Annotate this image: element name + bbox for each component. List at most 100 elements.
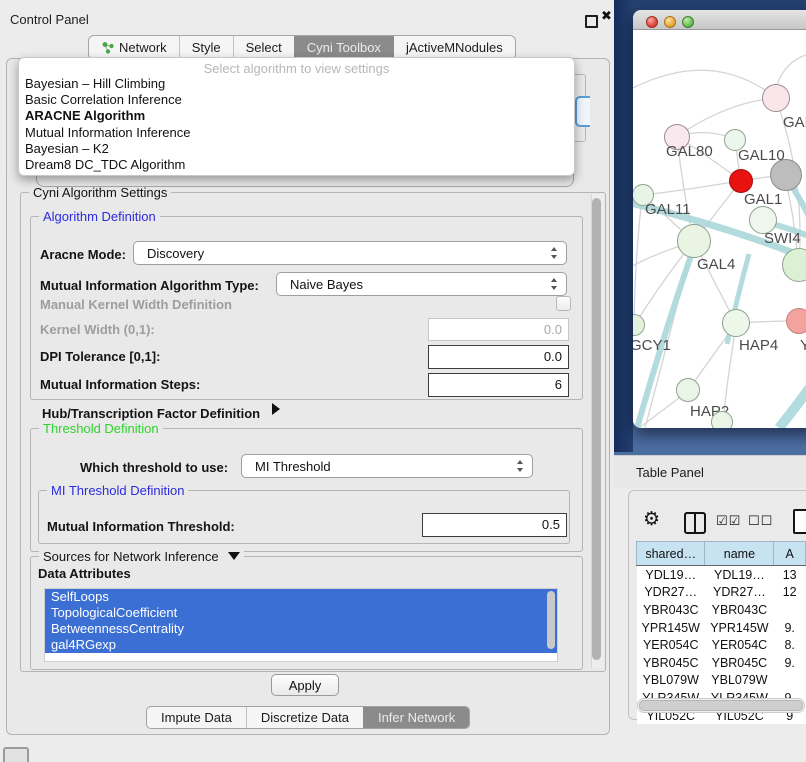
hub-definition-label[interactable]: Hub/Transcription Factor Definition (42, 406, 260, 421)
network-node[interactable] (762, 84, 790, 112)
node-label: Y (800, 337, 806, 354)
table-row[interactable]: YBL079WYBL079W (637, 672, 806, 690)
expand-right-icon[interactable] (272, 403, 280, 415)
list-item[interactable]: BetweennessCentrality (45, 621, 557, 637)
network-node[interactable] (677, 224, 711, 258)
table-cell (774, 601, 806, 619)
minimized-panel-icon[interactable] (3, 747, 29, 762)
table-panel-title: Table Panel (636, 465, 704, 480)
desktop-edge-shadow (614, 0, 633, 452)
close-traffic-light[interactable] (646, 16, 658, 28)
control-panel-title: Control Panel (10, 12, 89, 27)
tab-select[interactable]: Select (233, 36, 294, 59)
menu-item[interactable]: Bayesian – K2 (19, 141, 574, 157)
table-cell: YBL079W (637, 672, 705, 690)
new-table-icon[interactable] (793, 509, 806, 534)
node-label: HAP4 (739, 337, 778, 354)
mi-type-value: Naive Bayes (290, 277, 363, 292)
node-label: GAL11 (645, 201, 691, 218)
table-cell: YPR145W (637, 619, 705, 637)
mi-type-select[interactable]: Naive Bayes (276, 272, 567, 296)
table-cell: 9. (774, 654, 806, 672)
close-icon[interactable]: ✖ (601, 8, 612, 24)
focused-combo-edge[interactable] (575, 96, 590, 127)
node-attribute-table[interactable]: shared…nameA YDL19…YDL19…13YDR27…YDR27…1… (636, 541, 806, 724)
menu-item[interactable]: Dream8 DC_TDC Algorithm (19, 157, 574, 173)
network-node[interactable] (729, 169, 753, 193)
network-node[interactable] (786, 308, 806, 334)
tab-discretize-data[interactable]: Discretize Data (246, 707, 363, 728)
menu-item[interactable]: Bayesian – Hill Climbing (19, 76, 574, 92)
sources-title: Sources for Network Inference (43, 549, 219, 564)
zoom-traffic-light[interactable] (682, 16, 694, 28)
table-hscrollbar-thumb[interactable] (639, 700, 803, 711)
menu-item[interactable]: ARACNE Algorithm (19, 108, 574, 124)
tab-infer-network[interactable]: Infer Network (363, 707, 469, 728)
gear-icon[interactable]: ⚙ (643, 508, 660, 530)
list-item[interactable]: TopologicalCoefficient (45, 605, 557, 621)
table-cell: YBR043C (705, 601, 774, 619)
dpi-tolerance-field[interactable]: 0.0 (428, 345, 569, 369)
network-node[interactable] (722, 309, 750, 337)
menu-item[interactable]: Basic Correlation Inference (19, 92, 574, 108)
minimize-traffic-light[interactable] (664, 16, 676, 28)
manual-kernel-checkbox[interactable] (556, 296, 571, 311)
mi-threshold-field[interactable]: 0.5 (422, 513, 567, 537)
collapse-down-icon[interactable] (228, 552, 240, 560)
data-attributes-label: Data Attributes (38, 566, 131, 581)
dropdown-prompt: Select algorithm to view settings (19, 58, 574, 76)
node-label: GAL80 (666, 143, 713, 160)
list-item[interactable]: gal4RGexp (45, 637, 557, 653)
deselect-all-icon[interactable]: ☐☐ (748, 514, 773, 529)
menu-item[interactable]: Mutual Information Inference (19, 125, 574, 141)
table-row[interactable]: YPR145WYPR145W9. (637, 619, 806, 637)
select-all-icon[interactable]: ☑☑ (716, 514, 741, 529)
table-cell: 13 (774, 566, 806, 584)
list-scrollbar-thumb[interactable] (547, 591, 555, 649)
tab-impute-data[interactable]: Impute Data (147, 707, 246, 728)
tab-network[interactable]: Network (89, 36, 179, 59)
network-node[interactable] (770, 159, 802, 191)
manual-kernel-label: Manual Kernel Width Definition (40, 297, 232, 312)
which-threshold-label: Which threshold to use: (80, 460, 228, 475)
column-header[interactable]: name (705, 542, 774, 566)
table-row[interactable]: YDL19…YDL19…13 (637, 566, 806, 584)
column-header[interactable]: shared… (637, 542, 705, 566)
stepper-arrows-icon (551, 247, 558, 259)
table-row[interactable]: YDR27…YDR27…12 (637, 584, 806, 602)
node-label: GAL4 (697, 256, 735, 273)
group-title: Sources for Network Inference (39, 549, 244, 564)
aracne-mode-select[interactable]: Discovery (133, 241, 567, 265)
node-label: GCY1 (633, 337, 671, 354)
network-node[interactable] (711, 411, 733, 428)
table-cell: YDR27… (637, 584, 705, 602)
tab-jactivemnodules[interactable]: jActiveMNodules (393, 36, 515, 59)
network-window-titlebar[interactable] (633, 10, 806, 30)
table-cell: YDL19… (705, 566, 774, 584)
algorithm-dropdown-menu: Select algorithm to view settings Bayesi… (18, 57, 575, 176)
network-node[interactable] (676, 378, 700, 402)
stepper-arrows-icon (551, 278, 558, 290)
table-row[interactable]: YBR045CYBR045C9. (637, 654, 806, 672)
tab-label: jActiveMNodules (406, 40, 503, 55)
table-row[interactable]: YBR043CYBR043C (637, 601, 806, 619)
data-attributes-list[interactable]: SelfLoopsTopologicalCoefficientBetweenne… (44, 588, 558, 662)
mi-steps-field[interactable]: 6 (428, 373, 569, 397)
float-window-icon[interactable] (585, 15, 598, 28)
table-cell: YBL079W (705, 672, 774, 690)
group-title: MI Threshold Definition (47, 483, 188, 498)
tab-cyni-toolbox[interactable]: Cyni Toolbox (294, 36, 393, 59)
network-canvas[interactable]: GAL2GAL80GAL10GAL1GAL11SWI4GAL4GCY1HAP4Y… (633, 30, 806, 428)
node-label: GAL2 (783, 114, 806, 131)
table-row[interactable]: YER054CYER054C8. (637, 636, 806, 654)
settings-scrollbar-thumb[interactable] (592, 198, 601, 660)
tab-style[interactable]: Style (179, 36, 233, 59)
column-header[interactable]: A (774, 542, 806, 566)
apply-button[interactable]: Apply (271, 674, 339, 696)
tab-label: Style (192, 40, 221, 55)
group-title: Cyni Algorithm Settings (29, 185, 171, 200)
kernel-width-field[interactable]: 0.0 (428, 318, 569, 341)
columns-icon[interactable] (684, 512, 706, 534)
which-threshold-select[interactable]: MI Threshold (241, 454, 533, 478)
list-item[interactable]: SelfLoops (45, 589, 557, 605)
